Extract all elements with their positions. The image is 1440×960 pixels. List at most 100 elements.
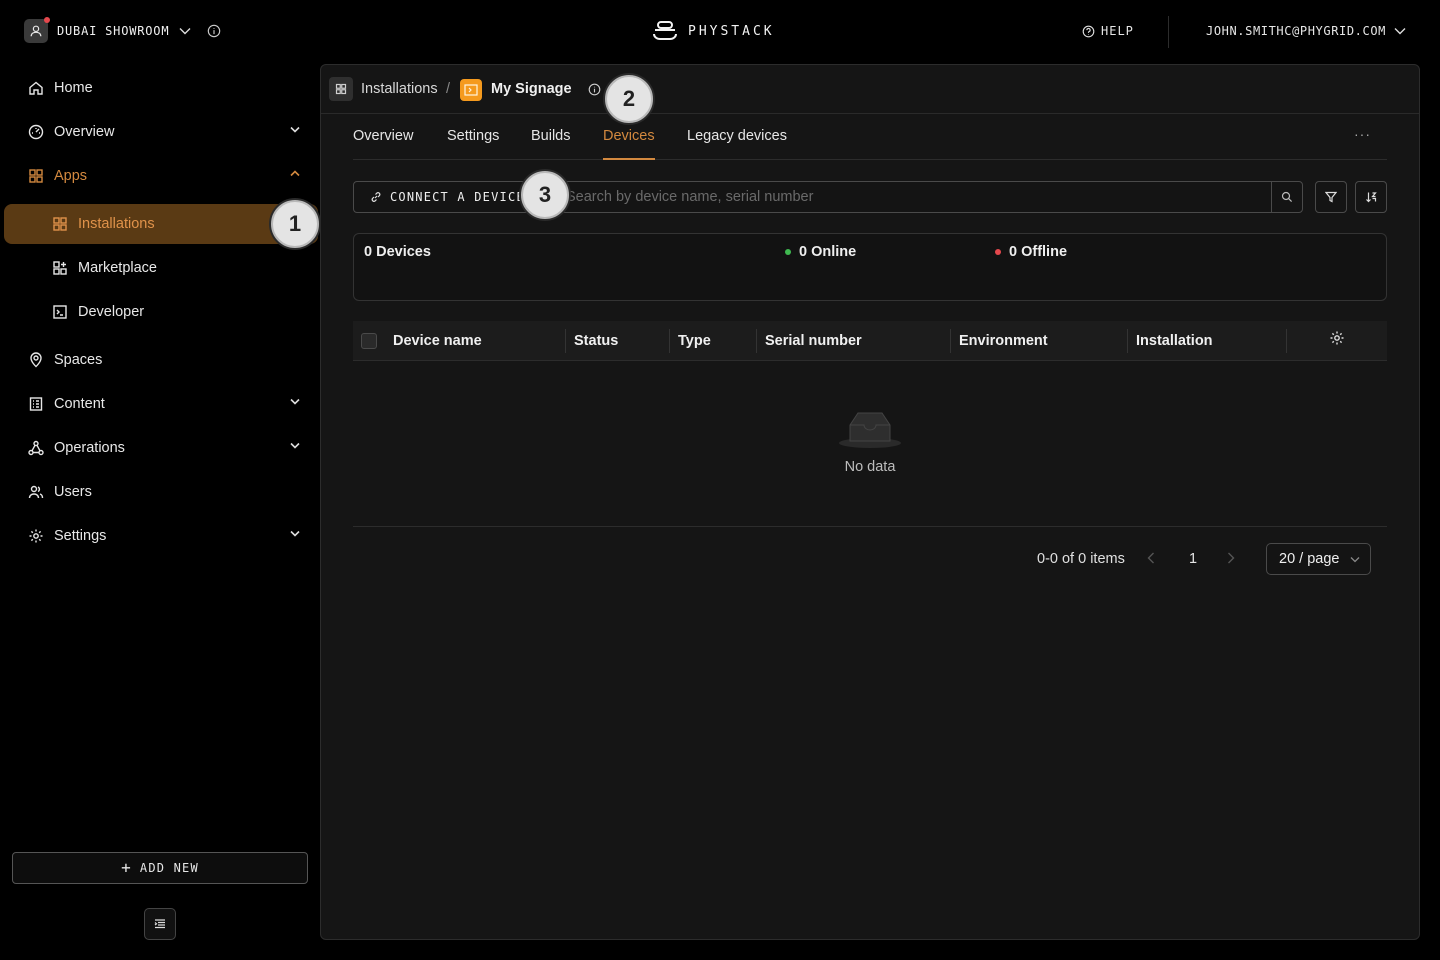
gear-icon[interactable] <box>1329 330 1345 346</box>
user-menu[interactable]: JOHN.SMITHC@PHYGRID.COM <box>1206 24 1406 38</box>
more-options-icon[interactable]: ··· <box>1354 126 1371 142</box>
column-divider <box>669 329 670 353</box>
online-dot <box>785 249 791 255</box>
empty-text: No data <box>844 459 896 475</box>
help-link[interactable]: HELP <box>1082 24 1134 38</box>
chevron-down-icon <box>290 398 300 405</box>
page-size-select[interactable]: 20 / page <box>1266 543 1371 575</box>
sidebar-item-label: Spaces <box>54 352 103 368</box>
sidebar-item-label: Content <box>54 396 105 412</box>
sidebar-item-marketplace[interactable]: Marketplace <box>14 248 314 288</box>
column-header-type[interactable]: Type <box>678 333 711 349</box>
chevron-right-icon[interactable] <box>1227 551 1235 565</box>
collapse-sidebar-button[interactable] <box>144 908 176 940</box>
search-button[interactable] <box>1271 181 1303 213</box>
stat-online: 0 Online <box>785 244 856 260</box>
divider <box>1168 16 1169 48</box>
gauge-icon <box>28 124 44 140</box>
sidebar-item-home[interactable]: Home <box>14 68 314 108</box>
help-label: HELP <box>1101 24 1134 38</box>
sidebar-item-content[interactable]: Content <box>14 384 314 424</box>
info-icon[interactable] <box>588 83 601 96</box>
location-pin-icon <box>30 352 42 368</box>
connect-device-button[interactable]: CONNECT A DEVICE <box>353 181 543 213</box>
page-size-value: 20 / page <box>1279 551 1340 567</box>
sidebar-item-label: Users <box>54 484 92 500</box>
chevron-down-icon <box>1350 557 1360 563</box>
network-icon <box>28 440 44 456</box>
tab-devices[interactable]: Devices <box>603 128 655 160</box>
pagination-page[interactable]: 1 <box>1189 551 1197 567</box>
user-icon <box>30 25 42 37</box>
step-badge-3: 3 <box>521 171 569 219</box>
plus-icon: + <box>121 858 132 877</box>
column-divider <box>756 329 757 353</box>
notification-dot <box>44 17 50 23</box>
select-all-checkbox[interactable] <box>361 333 377 349</box>
org-name: DUBAI SHOWROOM <box>57 24 170 38</box>
tab-bar: Overview Settings Builds Devices Legacy … <box>353 114 1387 160</box>
column-divider <box>1286 329 1287 353</box>
search-icon <box>1281 191 1293 203</box>
stat-online-text: 0 Online <box>799 244 857 260</box>
filter-button[interactable] <box>1315 181 1347 213</box>
sidebar-item-operations[interactable]: Operations <box>14 428 314 468</box>
terminal-icon <box>53 305 67 319</box>
column-header-status[interactable]: Status <box>574 333 618 349</box>
home-icon <box>29 81 43 95</box>
add-new-button[interactable]: + ADD NEW <box>12 852 308 884</box>
tab-settings[interactable]: Settings <box>447 128 499 160</box>
sort-button[interactable] <box>1355 181 1387 213</box>
stat-total: 0 Devices <box>364 244 431 260</box>
chevron-down-icon[interactable] <box>179 27 191 35</box>
chevron-left-icon[interactable] <box>1147 551 1155 565</box>
stat-offline: 0 Offline <box>995 244 1067 260</box>
chevron-up-icon <box>290 170 300 177</box>
sidebar-item-label: Apps <box>54 168 88 184</box>
step-badge-1: 1 <box>271 200 319 248</box>
document-icon <box>29 397 43 411</box>
sidebar-item-spaces[interactable]: Spaces <box>14 340 314 380</box>
column-header-installation[interactable]: Installation <box>1136 333 1213 349</box>
app-icon <box>460 79 482 101</box>
tab-overview[interactable]: Overview <box>353 128 413 160</box>
grid-icon <box>335 83 347 95</box>
info-icon[interactable] <box>207 24 221 38</box>
column-header-serial-number[interactable]: Serial number <box>765 333 862 349</box>
menu-collapse-icon <box>154 919 165 929</box>
breadcrumb-apps-button[interactable] <box>329 77 353 101</box>
link-icon <box>371 192 381 202</box>
column-divider <box>565 329 566 353</box>
sidebar-item-settings[interactable]: Settings <box>14 516 314 556</box>
logo-text: PHYSTACK <box>688 23 775 39</box>
sidebar: Home Overview Apps Installations Marketp… <box>0 64 320 960</box>
tab-builds[interactable]: Builds <box>531 128 571 160</box>
breadcrumb-separator: / <box>446 81 451 97</box>
phystack-logo-icon <box>653 21 677 40</box>
sidebar-item-apps[interactable]: Apps <box>14 156 314 196</box>
device-stats: 0 Devices 0 Online 0 Offline <box>353 233 1387 301</box>
sidebar-item-label: Developer <box>78 304 145 320</box>
tab-legacy-devices[interactable]: Legacy devices <box>687 128 787 160</box>
column-header-environment[interactable]: Environment <box>959 333 1048 349</box>
column-divider <box>950 329 951 353</box>
search-input[interactable] <box>542 181 1272 213</box>
column-header-device-name[interactable]: Device name <box>393 333 482 349</box>
gear-icon <box>29 529 43 543</box>
top-bar: DUBAI SHOWROOM PHYSTACK HELP JOHN.SMITHC… <box>0 0 1440 64</box>
apps-add-icon <box>53 261 67 275</box>
grid-icon <box>29 169 43 183</box>
users-icon <box>28 485 44 499</box>
sidebar-item-users[interactable]: Users <box>14 472 314 512</box>
sidebar-item-label: Installations <box>78 216 155 232</box>
stat-offline-text: 0 Offline <box>1009 244 1068 260</box>
grid-icon <box>53 217 67 231</box>
sidebar-item-label: Overview <box>54 124 115 140</box>
org-switcher[interactable]: DUBAI SHOWROOM <box>24 17 221 43</box>
breadcrumb-installations[interactable]: Installations <box>361 81 438 97</box>
stat-total-text: 0 Devices <box>364 244 431 260</box>
sidebar-item-overview[interactable]: Overview <box>14 112 314 152</box>
main-panel: Installations / My Signage Overview Sett… <box>320 64 1420 940</box>
help-icon <box>1082 25 1095 37</box>
sidebar-item-developer[interactable]: Developer <box>14 292 314 332</box>
